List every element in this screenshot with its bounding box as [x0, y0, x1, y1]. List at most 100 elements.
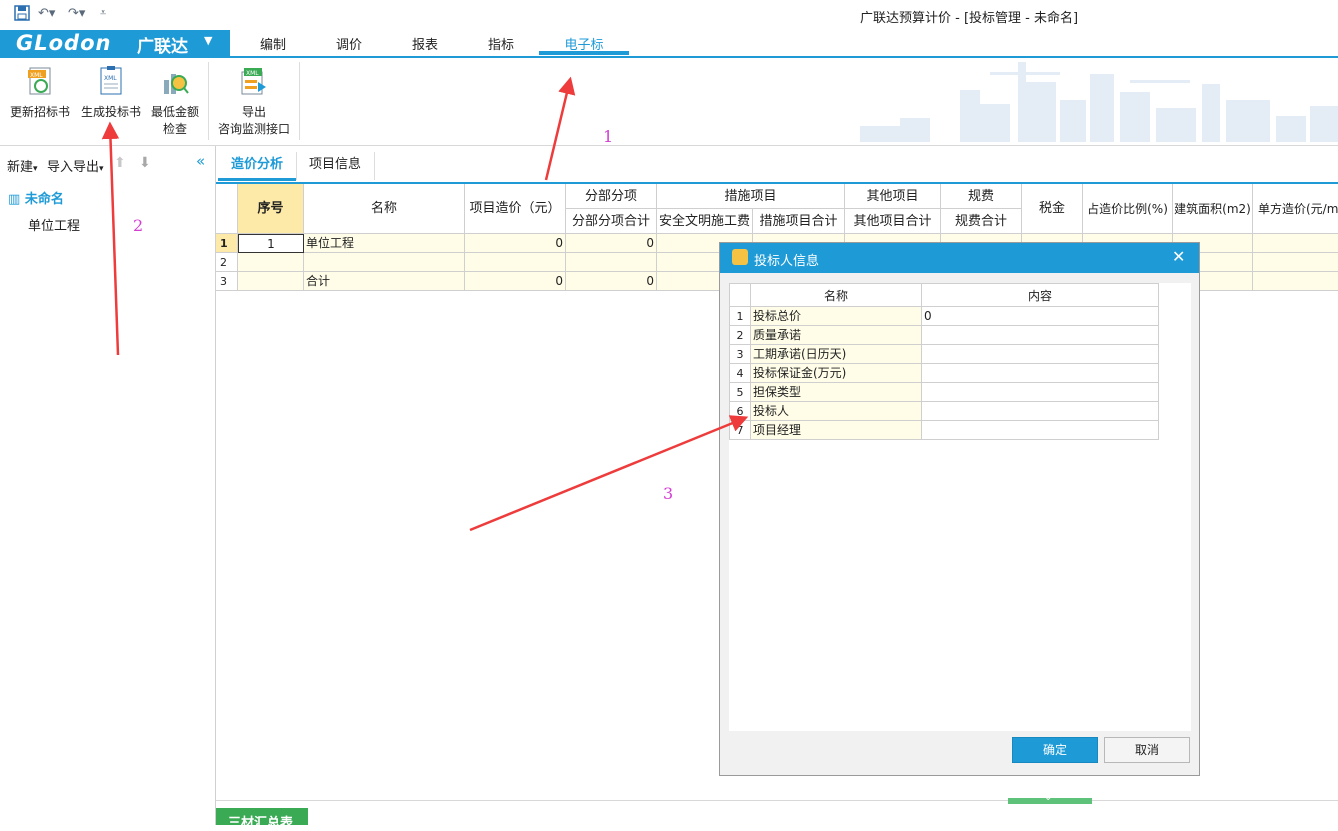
tree-root-item[interactable]: ▥ 未命名 — [8, 188, 64, 207]
dialog-cell-content[interactable] — [922, 364, 1159, 383]
save-icon[interactable] — [14, 5, 30, 21]
content-tab-bar: 造价分析 项目信息 — [216, 146, 1338, 184]
annotation-3: 3 — [663, 484, 674, 503]
cell-fbfx-total[interactable] — [566, 253, 657, 272]
toolbar-separator — [299, 62, 300, 140]
tab-cost-analysis[interactable]: 造价分析 — [218, 146, 296, 181]
export-label-2: 咨询监测接口 — [217, 122, 290, 136]
collapse-panel-icon[interactable]: « — [196, 152, 205, 170]
redo-icon[interactable]: ↷▾ — [68, 6, 85, 21]
col-header-safety[interactable]: 安全文明施工费 — [657, 209, 753, 234]
customize-quick-access-icon[interactable]: ⩡ — [100, 6, 106, 20]
cell-seq[interactable] — [238, 272, 304, 291]
cell-name[interactable]: 合计 — [304, 272, 465, 291]
dialog-cell-name[interactable]: 项目经理 — [751, 421, 922, 440]
dialog-cell-name[interactable]: 投标保证金(万元) — [751, 364, 922, 383]
cell-fbfx-total[interactable]: 0 — [566, 234, 657, 253]
dialog-col-header-content[interactable]: 内容 — [922, 283, 1159, 307]
cancel-button[interactable]: 取消 — [1104, 737, 1190, 763]
import-export-label: 导入导出 — [47, 160, 100, 175]
tab-project-info[interactable]: 项目信息 — [298, 146, 372, 181]
col-header-fbfx-total[interactable]: 分部分项合计 — [566, 209, 657, 234]
col-header-seq[interactable]: 序号 — [238, 184, 304, 234]
row-number: 1 — [216, 234, 238, 253]
generate-bid-doc-button[interactable]: XML 生成投标书 — [80, 62, 142, 120]
ribbon-toolbar: XML 更新招标书 XML 生成投标书 最低金额 检查 XML 导出 咨询监测接… — [0, 58, 1338, 146]
svg-text:XML: XML — [30, 72, 43, 79]
grid-cell[interactable] — [1253, 253, 1338, 272]
col-group-fees: 规费 — [941, 184, 1022, 209]
xml-document-icon: XML — [100, 66, 122, 95]
bottom-divider — [216, 800, 1338, 801]
col-header-tax[interactable]: 税金 — [1022, 184, 1083, 234]
close-icon[interactable]: ✕ — [1172, 247, 1185, 266]
tree-root-label: 未命名 — [24, 192, 64, 207]
dialog-cell-content[interactable] — [922, 402, 1159, 421]
cell-seq[interactable]: 1 — [238, 234, 304, 253]
dialog-cell-content[interactable]: 0 — [922, 307, 1159, 326]
col-header-area[interactable]: 建筑面积(m2) — [1173, 184, 1253, 234]
grid-cell[interactable] — [1253, 234, 1338, 253]
cell-project-cost[interactable] — [465, 253, 566, 272]
cell-fbfx-total[interactable]: 0 — [566, 272, 657, 291]
dialog-cell-name[interactable]: 质量承诺 — [751, 326, 922, 345]
generate-bid-doc-label: 生成投标书 — [80, 105, 141, 119]
toolbar-separator — [208, 62, 209, 140]
col-header-project-cost[interactable]: 项目造价（元） — [465, 184, 566, 234]
dialog-cell-content[interactable] — [922, 421, 1159, 440]
dialog-cell-name[interactable]: 投标总价 — [751, 307, 922, 326]
undo-icon[interactable]: ↶▾ — [38, 6, 55, 21]
update-bid-doc-button[interactable]: XML 更新招标书 — [8, 62, 72, 120]
dialog-cell-content[interactable] — [922, 383, 1159, 402]
grid-cell[interactable] — [1253, 272, 1338, 291]
tab-edit[interactable]: 编制 — [243, 34, 303, 53]
tab-reports[interactable]: 报表 — [395, 34, 455, 53]
dialog-cell-content[interactable] — [922, 326, 1159, 345]
move-up-icon[interactable]: ⬆ — [114, 155, 126, 171]
tab-divider — [296, 152, 297, 180]
xml-export-icon: XML — [241, 68, 266, 95]
svg-text:XML: XML — [104, 75, 117, 82]
dialog-row-number: 6 — [729, 402, 751, 421]
chevron-down-icon: ▼ — [204, 34, 213, 47]
row-number: 3 — [216, 272, 238, 291]
col-group-other: 其他项目 — [845, 184, 941, 209]
export-consulting-interface-button[interactable]: XML 导出 咨询监测接口 — [214, 62, 294, 137]
dialog-cell-content[interactable] — [922, 345, 1159, 364]
dialog-cell-name[interactable]: 工期承诺(日历天) — [751, 345, 922, 364]
col-header-measures-total[interactable]: 措施项目合计 — [753, 209, 845, 234]
splitter-handle[interactable]: ⌄ — [1008, 792, 1092, 804]
cell-name[interactable]: 单位工程 — [304, 234, 465, 253]
col-header-fees-total[interactable]: 规费合计 — [941, 209, 1022, 234]
city-skyline-decoration — [860, 62, 1338, 142]
dialog-cell-name[interactable]: 投标人 — [751, 402, 922, 421]
cell-project-cost[interactable]: 0 — [465, 234, 566, 253]
tab-adjust-price[interactable]: 调价 — [319, 34, 379, 53]
dialog-col-header-name[interactable]: 名称 — [751, 283, 922, 307]
tab-indicators[interactable]: 指标 — [471, 34, 531, 53]
tree-child-item[interactable]: 单位工程 — [28, 215, 80, 234]
import-export-menu-button[interactable]: 导入导出▾ — [47, 156, 104, 175]
app-menu-button[interactable]: GLodon 广联达 ▼ — [0, 30, 230, 57]
project-tree-panel: 新建▾ 导入导出▾ ⬆ ⬇ « ▥ 未命名 单位工程 — [0, 146, 216, 825]
move-down-icon[interactable]: ⬇ — [139, 155, 151, 171]
min-amount-check-button[interactable]: 最低金额 检查 — [148, 62, 202, 137]
col-header-other-total[interactable]: 其他项目合计 — [845, 209, 941, 234]
cell-project-cost[interactable]: 0 — [465, 272, 566, 291]
col-header-name[interactable]: 名称 — [304, 184, 465, 234]
new-menu-label: 新建 — [7, 160, 34, 175]
col-header-ratio[interactable]: 占造价比例(%) — [1083, 184, 1173, 234]
cell-name[interactable] — [304, 253, 465, 272]
export-label-1: 导出 — [241, 105, 266, 119]
dialog-title-bar[interactable]: 投标人信息 ✕ — [720, 243, 1199, 273]
brand-logo: GLodon — [16, 31, 112, 55]
col-header-unit-cost[interactable]: 单方造价(元/m — [1253, 184, 1338, 234]
cell-seq[interactable] — [238, 253, 304, 272]
dialog-row-number: 5 — [729, 383, 751, 402]
tab-divider — [374, 152, 375, 180]
dialog-cell-name[interactable]: 担保类型 — [751, 383, 922, 402]
new-menu-button[interactable]: 新建▾ — [7, 156, 38, 175]
ok-button[interactable]: 确定 — [1012, 737, 1098, 763]
bottom-tab-materials-summary[interactable]: 三材汇总表 — [216, 808, 308, 831]
app-icon — [732, 249, 748, 265]
